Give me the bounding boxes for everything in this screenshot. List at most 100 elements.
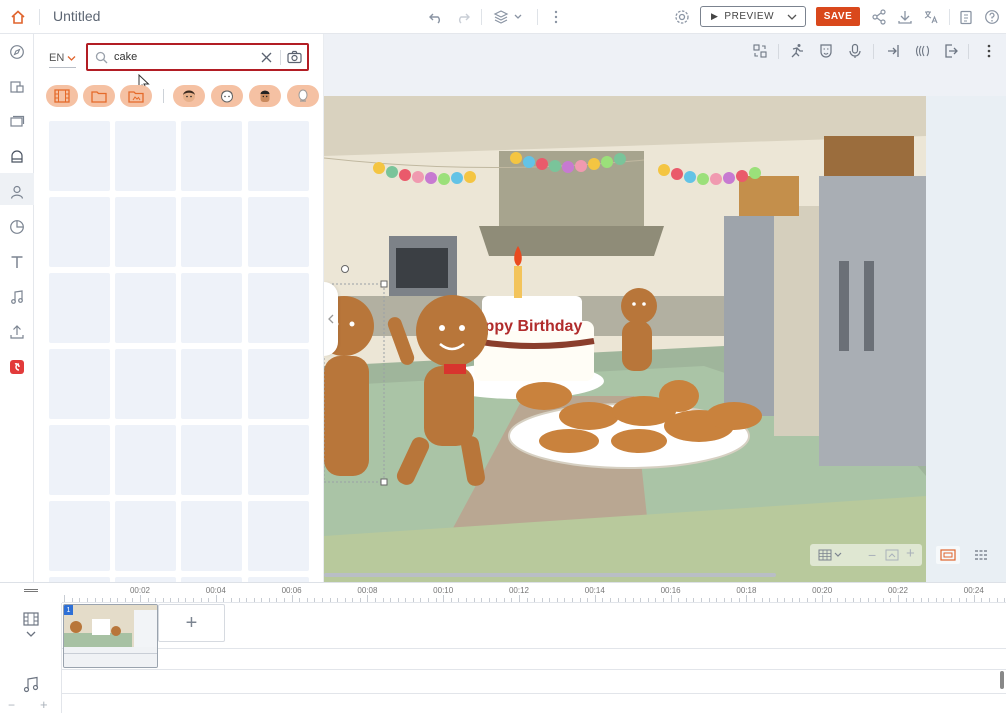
- chart-icon[interactable]: [7, 217, 27, 237]
- clipboard-icon[interactable]: [956, 7, 976, 27]
- filter-character-style-2[interactable]: [211, 85, 243, 107]
- search-box[interactable]: [86, 43, 309, 71]
- props-icon[interactable]: [7, 147, 27, 167]
- scene-canvas[interactable]: appy Birthday: [324, 96, 926, 582]
- asset-thumbnail-placeholder[interactable]: [115, 197, 176, 267]
- language-select[interactable]: EN: [49, 52, 77, 68]
- asset-thumbnail-placeholder[interactable]: [181, 349, 242, 419]
- asset-thumbnail-placeholder[interactable]: [115, 273, 176, 343]
- grid-icon[interactable]: [818, 548, 844, 562]
- scene-track-icon[interactable]: [22, 611, 40, 639]
- download-icon[interactable]: [895, 7, 915, 27]
- asset-thumbnail-placeholder[interactable]: [49, 273, 110, 343]
- action-icon[interactable]: [787, 41, 807, 61]
- swap-icon[interactable]: [750, 41, 770, 61]
- ruler-tick: [875, 598, 877, 602]
- scene-thumbnail[interactable]: 1: [63, 604, 158, 668]
- home-icon[interactable]: [8, 7, 28, 27]
- enter-effect-icon[interactable]: [884, 41, 904, 61]
- asset-thumbnail-placeholder[interactable]: [181, 501, 242, 571]
- more-vertical-icon[interactable]: [546, 7, 566, 27]
- dots-grid-icon[interactable]: [970, 546, 992, 564]
- filter-video-chip[interactable]: [46, 85, 78, 107]
- add-scene-button[interactable]: +: [158, 604, 225, 642]
- project-title[interactable]: Untitled: [53, 8, 100, 24]
- ruler-tick: [731, 598, 733, 602]
- help-icon[interactable]: [982, 7, 1002, 27]
- ruler-time-label: 00:10: [433, 586, 454, 595]
- asset-thumbnail-placeholder[interactable]: [181, 197, 242, 267]
- asset-thumbnail-placeholder[interactable]: [49, 349, 110, 419]
- asset-thumbnail-placeholder[interactable]: [248, 197, 309, 267]
- asset-thumbnail-placeholder[interactable]: [248, 273, 309, 343]
- asset-thumbnail-placeholder[interactable]: [49, 425, 110, 495]
- filter-character-style-1[interactable]: [173, 85, 205, 107]
- music-track-icon[interactable]: [22, 675, 40, 693]
- plugin-icon[interactable]: [7, 357, 27, 377]
- undo-icon[interactable]: [426, 7, 446, 27]
- asset-thumbnail-placeholder[interactable]: [248, 121, 309, 191]
- ruler-tick: [587, 598, 589, 602]
- asset-thumbnail-placeholder[interactable]: [248, 501, 309, 571]
- templates-icon[interactable]: [7, 77, 27, 97]
- compass-icon[interactable]: [7, 42, 27, 62]
- ruler-tick: [564, 598, 566, 602]
- save-button[interactable]: SAVE: [816, 7, 860, 26]
- upload-icon[interactable]: [7, 322, 27, 342]
- microphone-icon[interactable]: [845, 41, 865, 61]
- timeline: 00:02 00:04 00:06 00:08 00:10 00:12 00:14 00:16…: [0, 582, 1006, 713]
- text-icon[interactable]: [7, 252, 27, 272]
- add-track-icon[interactable]: +: [40, 697, 48, 712]
- fit-screen-icon[interactable]: [885, 548, 899, 562]
- asset-thumbnail-placeholder[interactable]: [115, 349, 176, 419]
- filter-character-style-3[interactable]: [249, 85, 281, 107]
- exit-effect-icon[interactable]: [941, 41, 961, 61]
- asset-thumbnail-placeholder[interactable]: [248, 349, 309, 419]
- scenes-icon[interactable]: [7, 112, 27, 132]
- filter-folder-chip[interactable]: [83, 85, 115, 107]
- camera-icon[interactable]: [287, 50, 302, 64]
- divider: [537, 9, 538, 25]
- share-icon[interactable]: [869, 7, 889, 27]
- expression-icon[interactable]: [816, 41, 836, 61]
- asset-thumbnail-placeholder[interactable]: [49, 197, 110, 267]
- ruler-tick: [1004, 598, 1006, 602]
- ruler-tick: [246, 598, 248, 602]
- preview-button[interactable]: ▶ PREVIEW: [700, 6, 806, 27]
- asset-thumbnail-placeholder[interactable]: [248, 425, 309, 495]
- vertical-scrollbar[interactable]: [1000, 671, 1004, 689]
- asset-thumbnail-placeholder[interactable]: [115, 425, 176, 495]
- asset-thumbnail-placeholder[interactable]: [181, 121, 242, 191]
- effect-icon[interactable]: [913, 41, 933, 61]
- music-icon[interactable]: [7, 287, 27, 307]
- search-input[interactable]: [114, 50, 254, 64]
- timeline-resize-handle[interactable]: [24, 589, 38, 592]
- asset-thumbnail-placeholder[interactable]: [181, 425, 242, 495]
- collapse-panel-handle[interactable]: [324, 282, 338, 356]
- clear-icon[interactable]: [260, 51, 273, 64]
- horizontal-scrollbar[interactable]: [324, 573, 776, 577]
- asset-thumbnail-placeholder[interactable]: [115, 121, 176, 191]
- ruler-tick: [170, 598, 172, 602]
- timeline-ruler[interactable]: 00:02 00:04 00:06 00:08 00:10 00:12 00:14 00:16…: [62, 583, 1006, 603]
- asset-thumbnail-placeholder[interactable]: [181, 273, 242, 343]
- safe-area-icon[interactable]: [936, 546, 960, 564]
- collapse-tracks-icon[interactable]: −: [8, 698, 15, 712]
- ruler-tick: [481, 598, 483, 602]
- more-vertical-icon[interactable]: [979, 41, 999, 61]
- ruler-tick: [306, 598, 308, 602]
- filter-image-chip[interactable]: [120, 85, 152, 107]
- redo-icon[interactable]: [453, 7, 473, 27]
- translate-icon[interactable]: [921, 7, 941, 27]
- zoom-out-icon[interactable]: −: [868, 548, 876, 562]
- gear-icon[interactable]: [672, 7, 692, 27]
- asset-thumbnail-placeholder[interactable]: [49, 501, 110, 571]
- filter-character-style-4[interactable]: [287, 85, 319, 107]
- zoom-in-icon[interactable]: +: [906, 546, 915, 562]
- ruler-tick: [928, 598, 930, 602]
- asset-thumbnail-placeholder[interactable]: [115, 501, 176, 571]
- character-icon[interactable]: [7, 182, 27, 202]
- asset-thumbnail-placeholder[interactable]: [49, 121, 110, 191]
- ruler-tick: [215, 595, 217, 602]
- layers-icon[interactable]: [492, 7, 526, 27]
